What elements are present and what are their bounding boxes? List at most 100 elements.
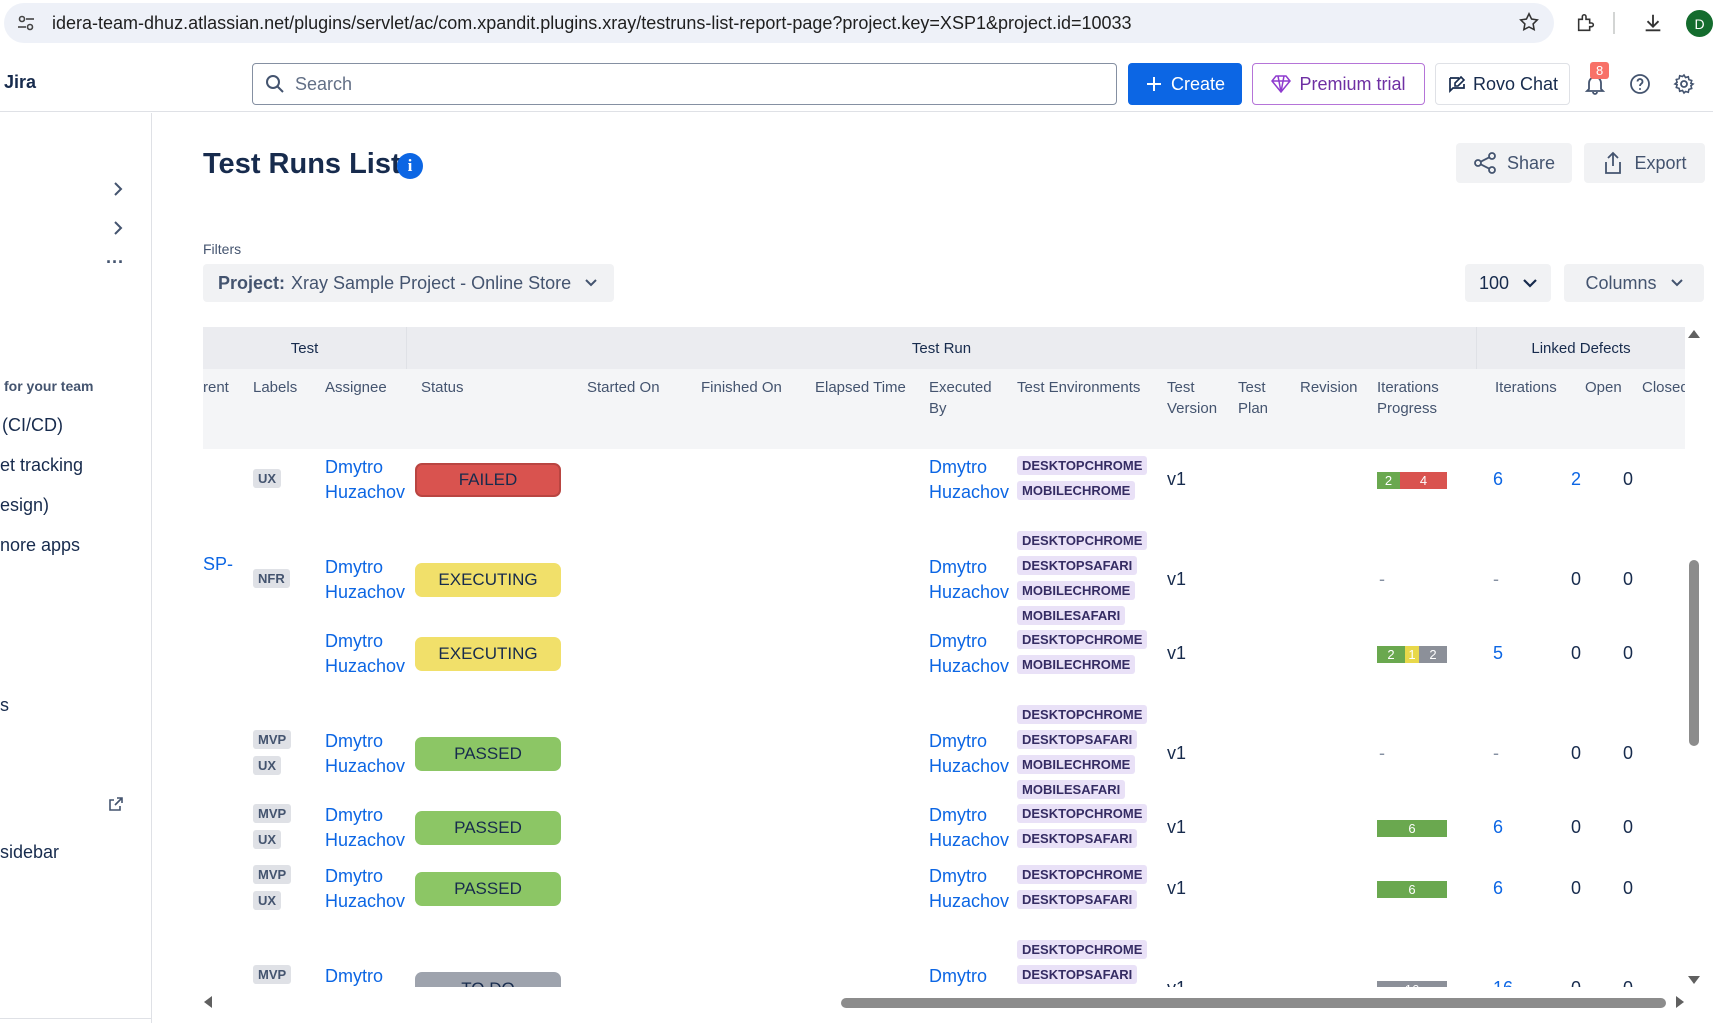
status-badge[interactable]: PASSED: [415, 872, 561, 906]
open-defects-count[interactable]: 2: [1571, 469, 1581, 490]
search-input[interactable]: [295, 73, 1075, 95]
iterations-count[interactable]: 5: [1493, 643, 1503, 664]
share-button[interactable]: Share: [1456, 143, 1572, 183]
app-name[interactable]: Jira: [4, 72, 36, 93]
column-header-labels[interactable]: Labels: [253, 377, 297, 398]
sidebar-item-truncated[interactable]: s: [0, 695, 9, 716]
column-header-test-version[interactable]: Test Version: [1167, 377, 1217, 419]
sidebar-item-design[interactable]: esign): [0, 495, 49, 516]
status-badge[interactable]: FAILED: [415, 463, 561, 497]
column-header-started-on[interactable]: Started On: [587, 377, 660, 398]
create-button[interactable]: Create: [1128, 63, 1242, 105]
assignee-link[interactable]: DmytroHuzachov: [325, 629, 405, 679]
settings-gear-icon[interactable]: [1671, 71, 1697, 97]
profile-avatar[interactable]: D: [1686, 10, 1713, 37]
chevron-right-icon[interactable]: [108, 218, 128, 238]
horizontal-scrollbar[interactable]: [203, 995, 1688, 1009]
table-row[interactable]: SP- NFR Dmytro Huzachov EXECUTING Dmytro Huzac…: [203, 531, 1685, 625]
rovo-chat-button[interactable]: Rovo Chat: [1435, 63, 1570, 105]
scroll-left-arrow-icon[interactable]: [203, 996, 213, 1008]
column-header-elapsed-time[interactable]: Elapsed Time: [815, 377, 906, 398]
executed-by-link[interactable]: DmytroHuzachov: [929, 803, 1009, 853]
assignee-last-name: Huzachov: [325, 656, 406, 676]
url-text[interactable]: idera-team-dhuz.atlassian.net/plugins/se…: [52, 13, 1132, 34]
iterations-count[interactable]: 16: [1493, 978, 1513, 987]
executed-by-link[interactable]: DmytroHuzachov: [929, 729, 1009, 779]
column-header-test-plan[interactable]: Test Plan: [1238, 377, 1268, 419]
table-row[interactable]: MVP UX Dmytro Huzachov PASSED Dmytro Huzachov D…: [203, 797, 1685, 859]
scroll-right-arrow-icon[interactable]: [1675, 996, 1685, 1008]
table-row[interactable]: MVP UX Dmytro Huzachov PASSED Dmytro Huzachov D…: [203, 705, 1685, 799]
sidebar-item-more-apps[interactable]: nore apps: [0, 535, 80, 556]
table-row[interactable]: Dmytro Huzachov EXECUTING Dmytro Huzachov DES…: [203, 623, 1685, 685]
page-size-dropdown[interactable]: 100: [1465, 264, 1551, 302]
assignee-link[interactable]: DmytroHuzachov: [325, 803, 405, 853]
iterations-count[interactable]: 6: [1493, 469, 1503, 490]
assignee-link[interactable]: DmytroHuzachov: [325, 729, 405, 779]
column-header-test-environments[interactable]: Test Environments: [1017, 377, 1140, 398]
more-options-icon[interactable]: ···: [106, 252, 124, 273]
column-header-assignee[interactable]: Assignee: [325, 377, 387, 398]
assignee-link[interactable]: DmytroHuzachov: [325, 555, 405, 605]
iterations-progress-empty: -: [1379, 743, 1385, 763]
executed-by-link[interactable]: DmytroHuzachov: [929, 555, 1009, 605]
column-header-executed-by[interactable]: Executed By: [929, 377, 992, 419]
column-header-finished-on[interactable]: Finished On: [701, 377, 782, 398]
status-badge[interactable]: PASSED: [415, 811, 561, 845]
download-icon[interactable]: [1640, 10, 1666, 36]
vertical-scrollbar[interactable]: [1687, 327, 1701, 987]
vertical-scroll-thumb[interactable]: [1689, 560, 1699, 746]
project-filter-dropdown[interactable]: Project: Xray Sample Project - Online St…: [203, 264, 614, 302]
extensions-icon[interactable]: [1573, 10, 1599, 36]
iterations-count[interactable]: 6: [1493, 878, 1503, 899]
column-header-revision[interactable]: Revision: [1300, 377, 1358, 398]
executed-by-first-name: Dmytro: [929, 631, 987, 651]
address-bar[interactable]: idera-team-dhuz.atlassian.net/plugins/se…: [4, 3, 1554, 43]
column-header-iterations-progress[interactable]: Iterations Progress: [1377, 377, 1439, 419]
external-link-icon[interactable]: [106, 794, 126, 814]
column-header-parent[interactable]: rent: [203, 377, 229, 398]
executed-by-link[interactable]: DmytroHuzachov: [929, 629, 1009, 679]
chevron-right-icon[interactable]: [108, 179, 128, 199]
assignee-link[interactable]: DmytroHuzachov: [325, 864, 405, 914]
assignee-link[interactable]: DmytroHuzachov: [325, 455, 405, 505]
table-row[interactable]: MVP UX Dmytro Huzachov PASSED Dmytro Huzachov D…: [203, 858, 1685, 920]
status-badge[interactable]: TO DO: [415, 972, 561, 987]
assignee-link[interactable]: DmytroHuzachov: [325, 964, 405, 987]
page-title: Test Runs List: [203, 148, 401, 180]
premium-trial-button[interactable]: Premium trial: [1252, 63, 1425, 105]
header-line: Plan: [1238, 400, 1269, 417]
column-header-open[interactable]: Open: [1585, 377, 1622, 398]
chevron-down-icon: [585, 279, 597, 287]
scroll-down-arrow-icon[interactable]: [1688, 975, 1700, 985]
header-line: Test: [1167, 379, 1195, 396]
horizontal-scroll-thumb[interactable]: [841, 998, 1666, 1008]
search-box[interactable]: [252, 63, 1117, 105]
table-row[interactable]: UX Dmytro Huzachov FAILED Dmytro Huzachov DESK…: [203, 449, 1685, 511]
status-badge[interactable]: PASSED: [415, 737, 561, 771]
iterations-count[interactable]: 6: [1493, 817, 1503, 838]
site-settings-icon[interactable]: [14, 11, 38, 35]
executed-by-link[interactable]: DmytroHuzachov: [929, 455, 1009, 505]
export-button[interactable]: Export: [1584, 143, 1705, 183]
column-header-closed[interactable]: Closed: [1642, 377, 1685, 398]
search-icon: [266, 75, 284, 93]
column-header-status[interactable]: Status: [421, 377, 464, 398]
parent-link[interactable]: SP-: [203, 552, 233, 577]
sidebar-item-tracking[interactable]: et tracking: [0, 455, 83, 476]
help-icon[interactable]: [1627, 71, 1653, 97]
column-header-iterations[interactable]: Iterations: [1495, 377, 1557, 398]
columns-dropdown[interactable]: Columns: [1564, 264, 1704, 302]
sidebar-item-collapse[interactable]: sidebar: [0, 842, 59, 863]
table-row[interactable]: MVPUXDmytroHuzachovTO DODmytroHuzachovDE…: [203, 940, 1685, 987]
status-badge[interactable]: EXECUTING: [415, 563, 561, 597]
browser-toolbar: idera-team-dhuz.atlassian.net/plugins/se…: [0, 0, 1713, 46]
scroll-up-arrow-icon[interactable]: [1688, 329, 1700, 339]
bookmark-star-icon[interactable]: [1518, 11, 1540, 38]
executed-by-link[interactable]: DmytroHuzachov: [929, 964, 1009, 987]
sidebar-item-cicd[interactable]: (CI/CD): [2, 415, 63, 436]
status-badge[interactable]: EXECUTING: [415, 637, 561, 671]
info-icon[interactable]: i: [397, 153, 423, 179]
environment-tag: DESKTOPCHROME: [1017, 865, 1148, 884]
executed-by-link[interactable]: DmytroHuzachov: [929, 864, 1009, 914]
